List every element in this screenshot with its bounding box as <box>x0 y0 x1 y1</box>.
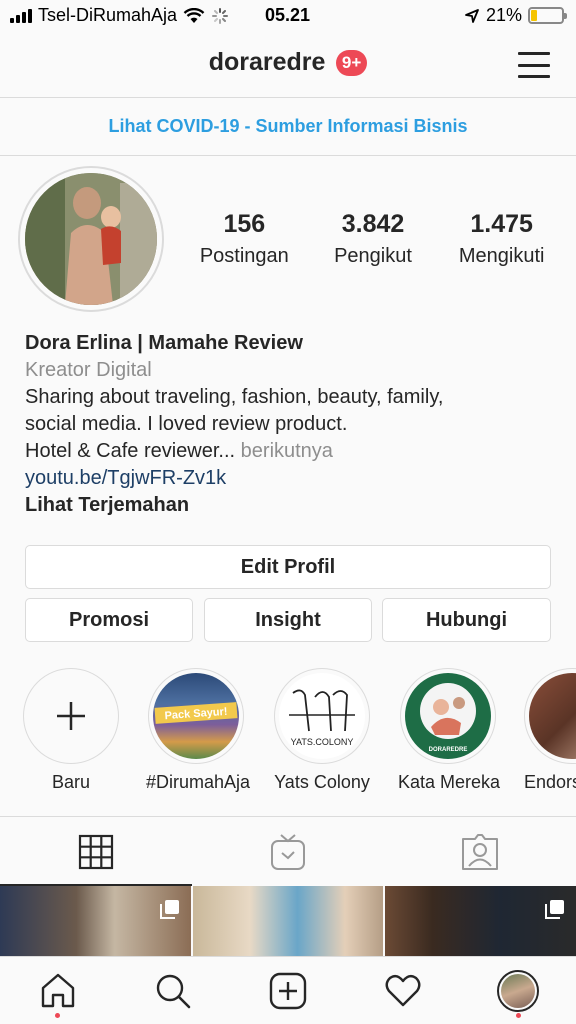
highlight-cover: YATS.COLONY <box>279 673 365 759</box>
see-translation-link[interactable]: Lihat Terjemahan <box>25 492 555 519</box>
stat-label: Postingan <box>199 245 289 267</box>
profile-name: Dora Erlina | Mamahe Review <box>25 332 303 354</box>
profile-website-link[interactable]: youtu.be/TgjwFR-Zv1k <box>25 465 555 492</box>
nav-home[interactable] <box>0 957 115 1024</box>
bio-line: Sharing about traveling, fashion, beauty… <box>25 386 444 408</box>
battery-percent: 21% <box>485 5 522 25</box>
multiple-posts-icon <box>159 900 179 919</box>
highlight-dirumahaja[interactable]: Pack Sayur! #DirumahAja <box>146 668 251 793</box>
highlight-label: #DirumahAja <box>146 772 251 792</box>
highlight-endors[interactable]: Endors <box>524 668 576 793</box>
highlight-ring <box>524 668 576 764</box>
post-thumbnail[interactable] <box>0 886 191 956</box>
stat-label: Mengikuti <box>458 245 545 267</box>
insights-button[interactable]: Insight <box>204 598 372 642</box>
signal-icon <box>10 8 32 23</box>
bio-line: Hotel & Cafe reviewer... <box>25 440 236 462</box>
stat-value: 3.842 <box>341 210 405 238</box>
status-bar: Tsel-DiRumahAja 05.21 21% <box>0 0 576 34</box>
highlight-cover <box>529 673 576 759</box>
post-thumbnail[interactable] <box>192 886 384 956</box>
battery-icon <box>528 7 567 24</box>
highlight-ring: Pack Sayur! <box>148 668 244 764</box>
highlight-ring <box>23 668 119 764</box>
profile-content-tabs <box>0 816 576 886</box>
highlight-label: Baru <box>51 772 91 792</box>
profile-category: Kreator Digital <box>25 359 152 381</box>
avatar-photo <box>25 173 157 305</box>
edit-profile-button[interactable]: Edit Profil <box>25 545 551 589</box>
promote-button[interactable]: Promosi <box>25 598 193 642</box>
status-left: Tsel-DiRumahAja <box>10 5 229 26</box>
highlight-label: Kata Mereka <box>398 772 501 792</box>
highlight-cover-text: DORAREDRE <box>429 747 468 753</box>
tab-tagged[interactable] <box>384 817 576 886</box>
highlight-ring: DORAREDRE <box>400 668 496 764</box>
multiple-posts-icon <box>545 900 565 919</box>
highlight-cover: Pack Sayur! <box>153 673 239 759</box>
new-post-icon <box>269 972 307 1009</box>
stat-following[interactable]: 1.475 Mengikuti <box>437 210 566 268</box>
nav-search[interactable] <box>115 957 230 1024</box>
profile-stats: 156 Postingan 3.842 Pengikut 1.475 Mengi… <box>180 210 566 268</box>
heart-icon <box>385 974 421 1006</box>
notification-dot <box>515 1013 521 1018</box>
highlight-label: Yats Colony <box>274 772 370 792</box>
status-right: 21% <box>464 5 567 26</box>
plus-icon <box>28 673 114 759</box>
nav-activity[interactable] <box>346 957 461 1024</box>
highlight-ring: YATS.COLONY <box>274 668 370 764</box>
nav-create[interactable] <box>230 957 345 1024</box>
highlight-cover: DORAREDRE <box>405 673 491 759</box>
highlight-cover-text: YATS.COLONY <box>291 737 354 747</box>
avatar-illustration <box>25 173 157 305</box>
profile-avatar-icon <box>497 969 540 1012</box>
tab-igtv[interactable] <box>192 817 384 886</box>
notification-badge: 9+ <box>335 49 368 76</box>
profile-header: doraredre 9+ <box>0 34 576 98</box>
username-switcher[interactable]: doraredre 9+ <box>0 48 576 77</box>
wifi-icon <box>183 7 205 23</box>
stat-posts[interactable]: 156 Postingan <box>180 210 309 268</box>
grid-icon <box>78 834 114 869</box>
post-grid <box>0 886 576 956</box>
notification-dot <box>55 1013 61 1018</box>
profile-avatar[interactable] <box>18 166 164 312</box>
location-arrow-icon <box>465 8 479 23</box>
bio-more-link[interactable]: berikutnya <box>241 440 333 462</box>
home-icon <box>41 973 74 1007</box>
contact-button[interactable]: Hubungi <box>382 598 551 642</box>
covid-info-banner[interactable]: Lihat COVID-19 - Sumber Informasi Bisnis <box>0 99 576 156</box>
highlight-label: Endors <box>524 772 576 792</box>
profile-bio: Dora Erlina | Mamahe Review Kreator Digi… <box>25 330 555 519</box>
battery-fill <box>531 10 538 21</box>
bottom-navigation <box>0 956 576 1024</box>
igtv-icon <box>271 833 305 870</box>
post-thumbnail[interactable] <box>385 886 576 956</box>
status-time: 05.21 <box>265 5 311 25</box>
hamburger-menu-icon[interactable] <box>518 52 550 78</box>
stat-followers[interactable]: 3.842 Pengikut <box>309 210 438 268</box>
header-username[interactable]: doraredre <box>209 48 326 76</box>
carrier-name: Tsel-DiRumahAja <box>38 5 178 25</box>
highlight-kata-mereka[interactable]: DORAREDRE Kata Mereka <box>398 668 501 793</box>
tab-grid[interactable] <box>0 817 192 886</box>
stat-value: 1.475 <box>470 210 533 238</box>
bio-line: social media. I loved review product. <box>25 413 348 435</box>
highlight-new[interactable]: Baru <box>21 668 121 793</box>
stat-label: Pengikut <box>334 245 412 267</box>
tagged-person-icon <box>462 833 498 870</box>
search-icon <box>156 974 191 1008</box>
nav-profile[interactable] <box>461 957 576 1024</box>
bio-line-truncated: Hotel & Cafe reviewer... berikutnya <box>25 438 555 465</box>
stat-value: 156 <box>223 210 266 238</box>
loading-spinner-icon <box>212 7 229 24</box>
highlight-yats-colony[interactable]: YATS.COLONY Yats Colony <box>272 668 372 793</box>
